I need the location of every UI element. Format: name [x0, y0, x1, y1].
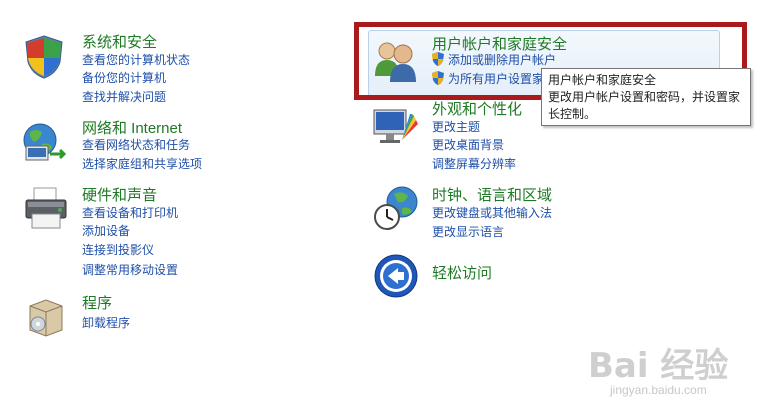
link-change-theme[interactable]: 更改主题 [432, 119, 480, 135]
category-title-ease-of-access[interactable]: 轻松访问 [432, 262, 492, 283]
link-uninstall-program[interactable]: 卸载程序 [82, 315, 130, 331]
link-troubleshoot[interactable]: 查找并解决问题 [82, 89, 166, 105]
link-screen-resolution[interactable]: 调整屏幕分辨率 [432, 156, 516, 172]
watermark-logo: Bai 经验 [588, 346, 729, 386]
tooltip: 用户帐户和家庭安全 更改用户帐户设置和密码，并设置家 长控制。 [541, 68, 751, 126]
link-network-status[interactable]: 查看网络状态和任务 [82, 137, 190, 153]
ease-of-access-icon[interactable] [372, 252, 420, 300]
category-title-network[interactable]: 网络和 Internet [82, 117, 182, 138]
programs-box-icon[interactable] [22, 292, 70, 340]
link-keyboard-input[interactable]: 更改键盘或其他输入法 [432, 205, 552, 221]
link-backup-computer[interactable]: 备份您的计算机 [82, 70, 166, 86]
watermark: Bai 经验 jingyan.baidu.com [588, 338, 758, 404]
category-title-hardware-sound[interactable]: 硬件和声音 [82, 184, 157, 205]
link-homegroup-sharing[interactable]: 选择家庭组和共享选项 [82, 156, 202, 172]
link-display-language[interactable]: 更改显示语言 [432, 224, 504, 240]
link-view-computer-status[interactable]: 查看您的计算机状态 [82, 52, 190, 68]
link-devices-printers[interactable]: 查看设备和打印机 [82, 205, 178, 221]
tooltip-line-1: 更改用户帐户设置和密码，并设置家 [548, 90, 741, 104]
shield-icon[interactable] [20, 32, 68, 80]
link-mobility-settings[interactable]: 调整常用移动设置 [82, 262, 178, 278]
clock-globe-icon[interactable] [372, 184, 420, 232]
category-title-programs[interactable]: 程序 [82, 292, 112, 313]
tooltip-line-2: 长控制。 [548, 107, 597, 121]
appearance-monitor-icon[interactable] [372, 102, 420, 150]
watermark-url: jingyan.baidu.com [610, 383, 707, 397]
link-connect-projector[interactable]: 连接到投影仪 [82, 242, 154, 258]
printer-icon[interactable] [22, 184, 70, 232]
category-title-clock-region[interactable]: 时钟、语言和区域 [432, 184, 552, 205]
category-title-system-security[interactable]: 系统和安全 [82, 31, 157, 52]
network-globe-icon[interactable] [20, 118, 68, 166]
tooltip-title: 用户帐户和家庭安全 [548, 73, 657, 87]
link-desktop-background[interactable]: 更改桌面背景 [432, 137, 504, 153]
category-title-appearance[interactable]: 外观和个性化 [432, 98, 522, 119]
link-add-device[interactable]: 添加设备 [82, 223, 130, 239]
